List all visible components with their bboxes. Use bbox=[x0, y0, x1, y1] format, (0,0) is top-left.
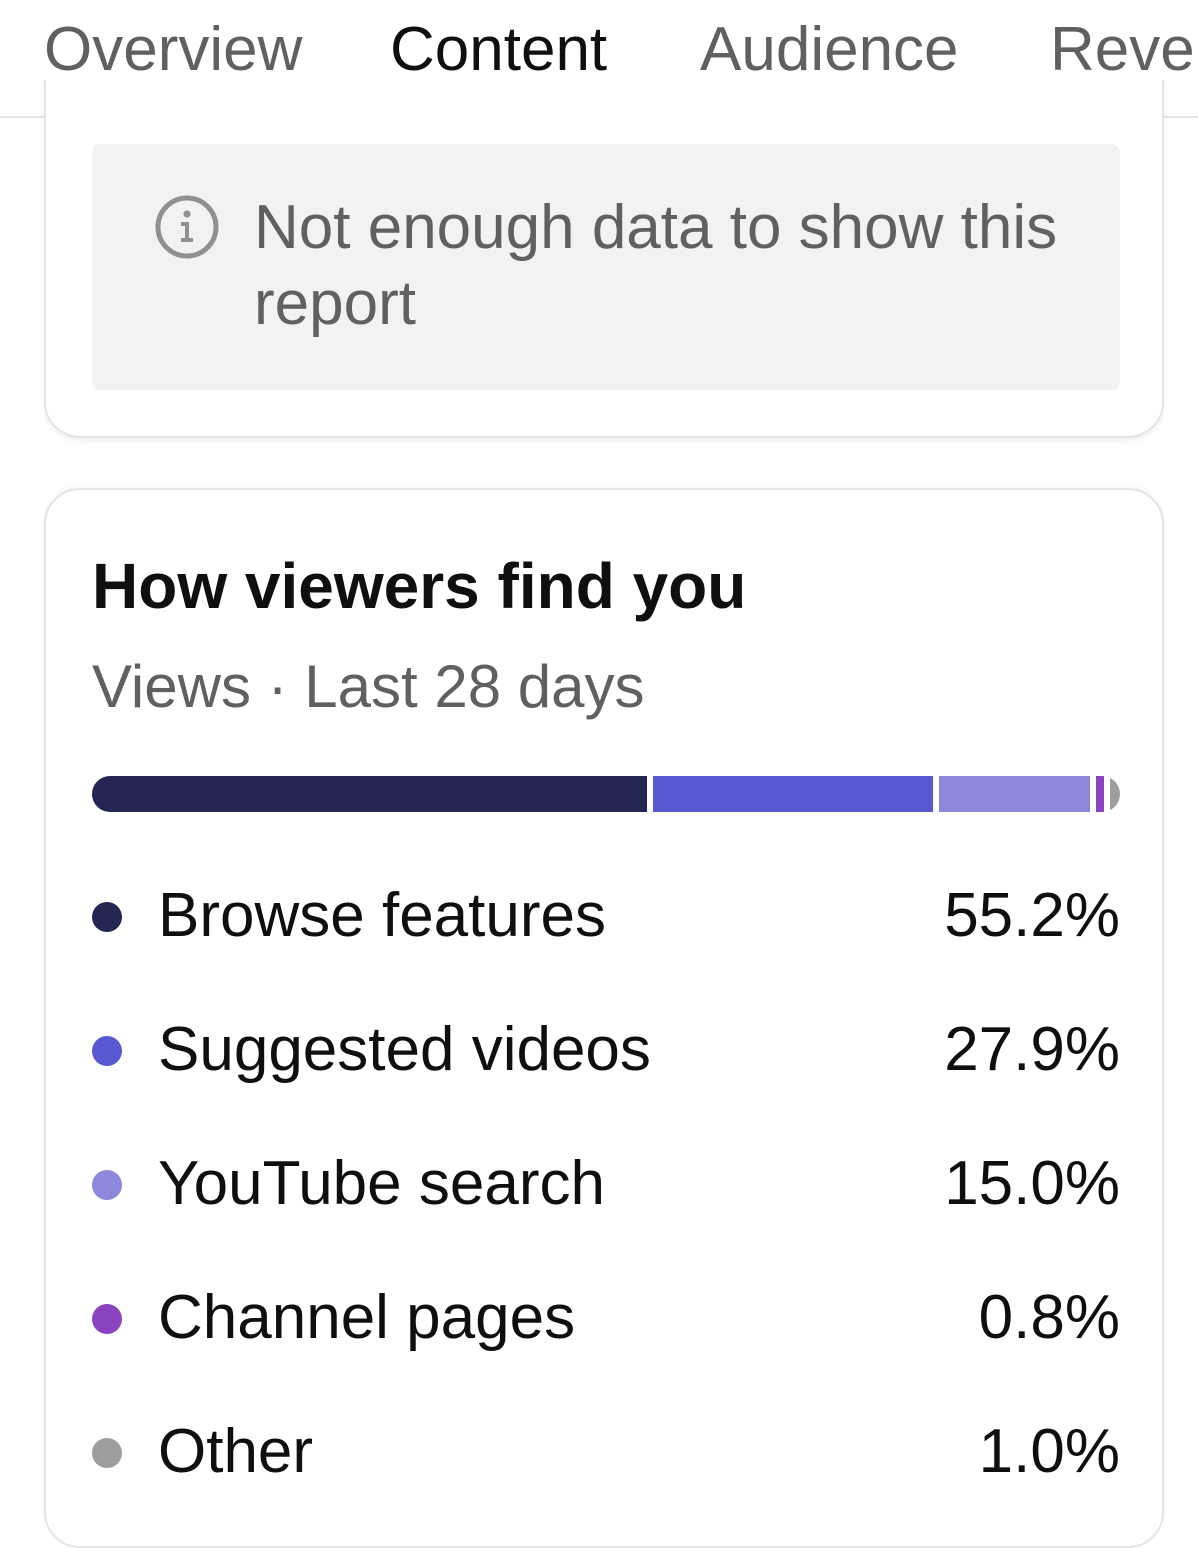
card-subtitle: Views · Last 28 days bbox=[92, 653, 645, 720]
legend-dot bbox=[92, 1036, 122, 1066]
bar-segment-youtube-search bbox=[939, 776, 1090, 812]
legend-dot bbox=[92, 1438, 122, 1468]
tab-revenue[interactable]: Reve bbox=[1050, 14, 1195, 86]
legend-label: Browse features bbox=[158, 881, 606, 950]
legend-value: 0.8% bbox=[978, 1283, 1120, 1352]
legend-value: 27.9% bbox=[944, 1015, 1120, 1084]
legend-row: Other 1.0% bbox=[92, 1412, 1120, 1492]
tab-overview[interactable]: Overview bbox=[44, 14, 302, 86]
legend-row: Suggested videos 27.9% bbox=[92, 1010, 1120, 1090]
traffic-source-stacked-bar bbox=[92, 776, 1120, 812]
tab-content[interactable]: Content bbox=[390, 14, 607, 86]
legend-label: Channel pages bbox=[158, 1283, 576, 1352]
legend-dot bbox=[92, 1304, 122, 1334]
no-data-message: Not enough data to show this report bbox=[254, 193, 1058, 338]
report-card: Not enough data to show this report bbox=[44, 80, 1164, 438]
legend-row: Browse features 55.2% bbox=[92, 876, 1120, 956]
bar-segment-suggested-videos bbox=[653, 776, 933, 812]
no-data-notice: Not enough data to show this report bbox=[92, 144, 1120, 390]
legend-row: Channel pages 0.8% bbox=[92, 1278, 1120, 1358]
legend-label: Other bbox=[158, 1417, 314, 1486]
legend-value: 1.0% bbox=[978, 1417, 1120, 1486]
tab-audience[interactable]: Audience bbox=[700, 14, 959, 86]
bar-segment-browse-features bbox=[92, 776, 647, 812]
legend-label: YouTube search bbox=[158, 1149, 605, 1218]
info-icon bbox=[155, 195, 219, 259]
legend-label: Suggested videos bbox=[158, 1015, 651, 1084]
legend-row: YouTube search 15.0% bbox=[92, 1144, 1120, 1224]
legend-value: 15.0% bbox=[944, 1149, 1120, 1218]
card-title: How viewers find you bbox=[92, 550, 747, 622]
bar-segment-channel-pages bbox=[1096, 776, 1104, 812]
traffic-source-card[interactable]: How viewers find you Views · Last 28 day… bbox=[44, 488, 1164, 1548]
bar-segment-other bbox=[1110, 776, 1120, 812]
legend-dot bbox=[92, 902, 122, 932]
legend-dot bbox=[92, 1170, 122, 1200]
legend-value: 55.2% bbox=[944, 881, 1120, 950]
